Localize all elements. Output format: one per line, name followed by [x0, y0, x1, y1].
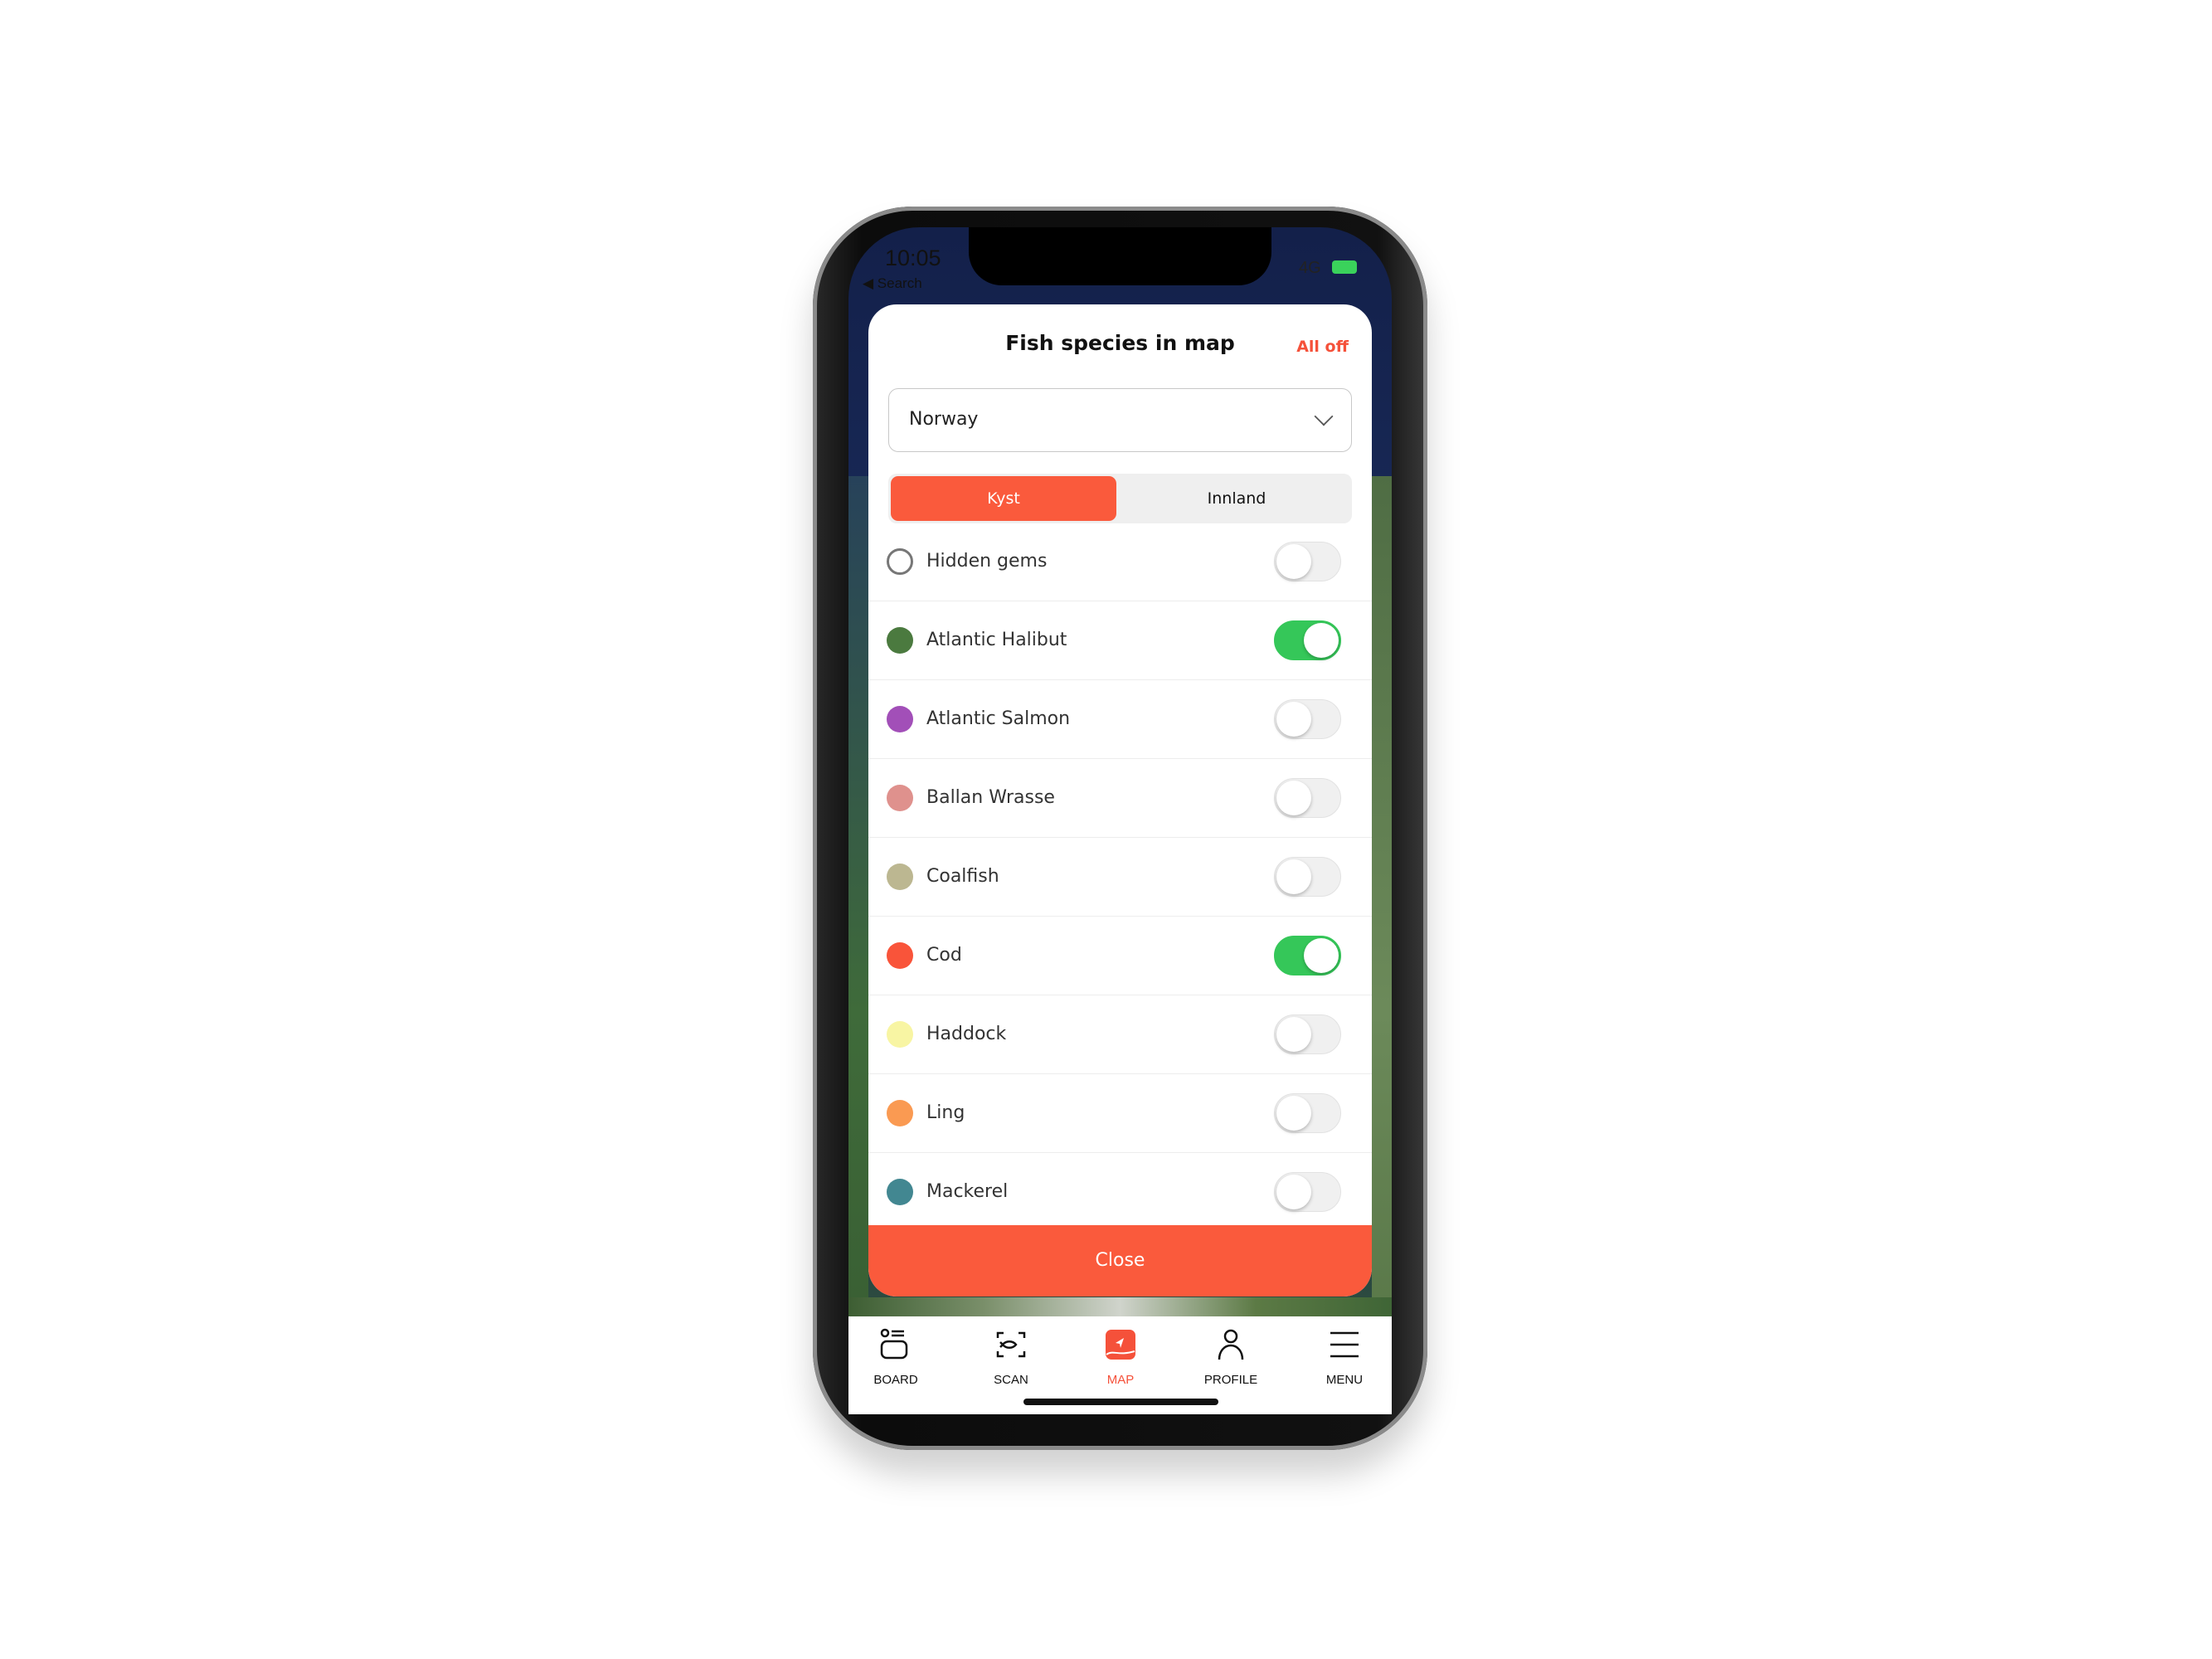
hamburger-icon: [1330, 1331, 1359, 1358]
species-label: Atlantic Salmon: [926, 708, 1071, 729]
hidden-gems-icon: [887, 548, 913, 575]
battery-icon: [1332, 260, 1357, 274]
scan-fish-icon: [996, 1331, 1026, 1358]
tab-map-label: MAP: [1106, 1373, 1135, 1387]
species-toggle[interactable]: [1274, 542, 1341, 581]
board-icon: [880, 1328, 908, 1360]
species-row: Mackerel: [868, 1153, 1372, 1232]
species-label: Mackerel: [926, 1181, 1009, 1202]
species-row: Atlantic Salmon: [868, 680, 1372, 759]
species-color-dot: [887, 1100, 913, 1126]
species-color-dot: [887, 1021, 913, 1048]
species-label: Atlantic Halibut: [926, 630, 1067, 650]
species-color-dot: [887, 706, 913, 732]
species-row: Hidden gems: [868, 523, 1372, 601]
fish-species-sheet: Fish species in map All off Norway Kyst …: [868, 304, 1372, 1297]
toggle-knob: [1276, 859, 1311, 894]
species-toggle[interactable]: [1274, 699, 1341, 739]
species-color-dot: [887, 1179, 913, 1205]
tab-scan[interactable]: SCAN: [965, 1326, 1057, 1387]
species-toggle[interactable]: [1274, 857, 1341, 897]
tab-board[interactable]: BOARD: [850, 1326, 941, 1387]
species-toggle[interactable]: [1274, 1014, 1341, 1054]
tab-map[interactable]: MAP: [1075, 1326, 1166, 1387]
notch: [969, 227, 1271, 285]
toggle-knob: [1276, 1017, 1311, 1052]
species-row: Coalfish: [868, 838, 1372, 917]
species-toggle[interactable]: [1274, 620, 1341, 660]
tab-innland[interactable]: Innland: [1124, 476, 1349, 521]
chevron-down-icon: [1314, 406, 1334, 426]
person-icon: [1218, 1329, 1244, 1360]
tab-menu-label: MENU: [1325, 1373, 1364, 1387]
species-label: Ling: [926, 1102, 965, 1123]
species-toggle[interactable]: [1274, 1172, 1341, 1212]
species-row: Ballan Wrasse: [868, 759, 1372, 838]
toggle-knob: [1276, 781, 1311, 815]
region-select[interactable]: Norway: [888, 388, 1352, 452]
species-label: Haddock: [926, 1024, 1007, 1044]
tab-board-label: BOARD: [873, 1373, 918, 1387]
species-row: Haddock: [868, 995, 1372, 1074]
home-indicator[interactable]: [1023, 1399, 1218, 1405]
back-to-search[interactable]: ◀ Search: [863, 275, 922, 292]
species-row: Ling: [868, 1074, 1372, 1153]
toggle-knob: [1304, 938, 1339, 973]
all-off-button[interactable]: All off: [1296, 338, 1349, 356]
species-color-dot: [887, 627, 913, 654]
tab-kyst[interactable]: Kyst: [891, 476, 1116, 521]
status-time: 10:05: [885, 246, 941, 270]
map-terrain-left: [848, 476, 868, 1414]
species-toggle[interactable]: [1274, 778, 1341, 818]
toggle-knob: [1276, 544, 1311, 579]
toggle-knob: [1304, 623, 1339, 658]
species-label: Hidden gems: [926, 551, 1048, 572]
species-row: Atlantic Halibut: [868, 601, 1372, 680]
species-row: Cod: [868, 917, 1372, 995]
species-color-dot: [887, 942, 913, 969]
species-toggle[interactable]: [1274, 1093, 1341, 1133]
species-label: Cod: [926, 945, 962, 966]
species-list: Hidden gems Atlantic Halibut Atlantic Salm…: [868, 523, 1372, 1232]
tab-scan-label: SCAN: [994, 1373, 1028, 1387]
toggle-knob: [1276, 702, 1311, 737]
species-label: Coalfish: [926, 866, 999, 887]
toggle-knob: [1276, 1096, 1311, 1131]
close-button[interactable]: Close: [868, 1225, 1372, 1297]
tab-menu[interactable]: MENU: [1299, 1326, 1390, 1387]
tab-profile-label: PROFILE: [1203, 1373, 1258, 1387]
network-indicator: 4G: [1299, 259, 1321, 277]
tab-profile[interactable]: PROFILE: [1185, 1326, 1276, 1387]
species-toggle[interactable]: [1274, 936, 1341, 975]
map-icon: [1106, 1330, 1135, 1360]
segmented-control: Kyst Innland: [888, 474, 1352, 523]
species-label: Ballan Wrasse: [926, 787, 1055, 808]
region-value: Norway: [909, 409, 979, 430]
map-terrain-right: [1372, 476, 1392, 1414]
species-color-dot: [887, 864, 913, 890]
toggle-knob: [1276, 1175, 1311, 1209]
species-color-dot: [887, 785, 913, 811]
